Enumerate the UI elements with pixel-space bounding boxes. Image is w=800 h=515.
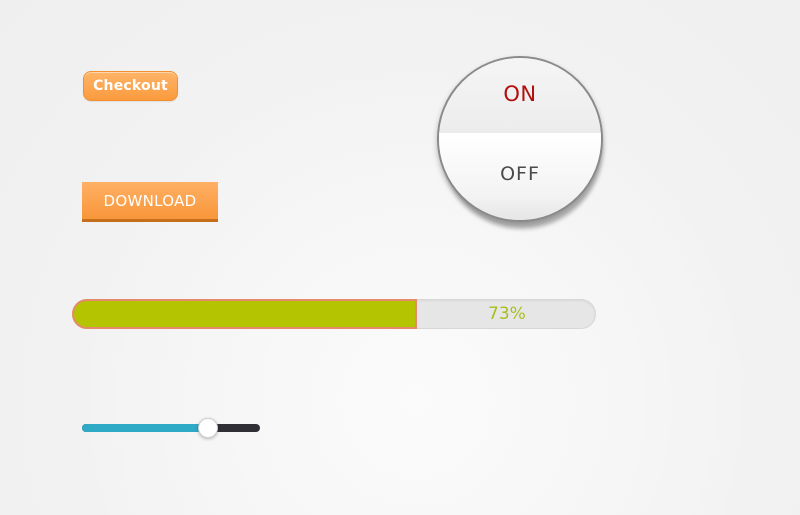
checkout-button-label: Checkout [93,78,168,94]
on-off-toggle-knob[interactable]: ON OFF [437,56,603,222]
download-button[interactable]: DOWNLOAD [82,182,218,222]
toggle-off-label: OFF [500,163,540,185]
progress-percent-label: 73% [488,304,526,324]
slider-thumb-handle[interactable] [198,418,218,438]
volume-slider[interactable] [82,418,260,438]
download-button-label: DOWNLOAD [103,191,197,210]
checkout-button[interactable]: Checkout [83,71,178,101]
progress-bar: 73% [72,299,596,329]
slider-fill [82,424,208,432]
progress-bar-fill [72,299,417,329]
toggle-on-label: ON [503,82,537,106]
